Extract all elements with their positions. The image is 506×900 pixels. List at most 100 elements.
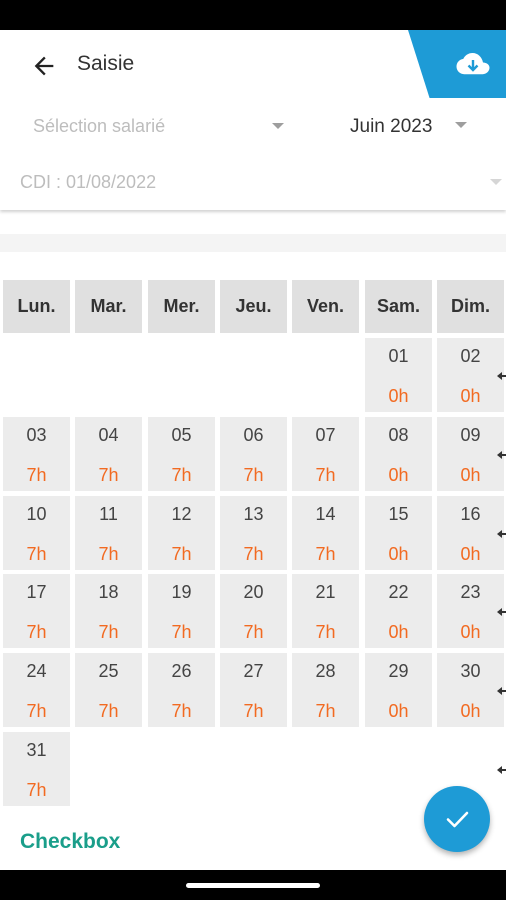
day-hours: 7h [315, 622, 336, 642]
day-cell[interactable]: 18 7h [75, 574, 142, 648]
day-hours: 7h [243, 465, 264, 485]
day-hours: 7h [171, 622, 192, 642]
day-number: 08 [388, 425, 409, 445]
day-cell[interactable]: 28 7h [292, 653, 359, 727]
day-number: 10 [26, 504, 47, 524]
day-cell[interactable]: 16 0h [437, 496, 504, 570]
day-number: 04 [98, 425, 119, 445]
day-number: 25 [98, 661, 119, 681]
day-hours: 7h [26, 622, 47, 642]
day-cell[interactable]: 13 7h [220, 496, 287, 570]
day-cell[interactable]: 31 7h [3, 732, 70, 806]
weekday-header: Lun. [3, 280, 70, 333]
chevron-down-icon[interactable] [455, 122, 467, 128]
day-cell[interactable]: 20 7h [220, 574, 287, 648]
day-hours: 0h [460, 701, 481, 721]
day-cell[interactable]: 25 7h [75, 653, 142, 727]
day-number: 30 [460, 661, 481, 681]
back-arrow-icon[interactable] [30, 52, 58, 80]
day-cell[interactable]: 06 7h [220, 417, 287, 491]
day-hours: 7h [26, 544, 47, 564]
day-cell[interactable]: 04 7h [75, 417, 142, 491]
row-arrow-icon[interactable] [497, 450, 506, 460]
day-cell[interactable]: 26 7h [148, 653, 215, 727]
day-cell[interactable]: 07 7h [292, 417, 359, 491]
day-cell[interactable]: 02 0h [437, 338, 504, 412]
day-hours: 7h [171, 544, 192, 564]
day-cell[interactable]: 23 0h [437, 574, 504, 648]
day-cell[interactable]: 14 7h [292, 496, 359, 570]
day-number: 01 [388, 346, 409, 366]
day-cell[interactable]: 17 7h [3, 574, 70, 648]
day-hours: 0h [388, 622, 409, 642]
day-cell[interactable]: 19 7h [148, 574, 215, 648]
weekday-header: Dim. [437, 280, 504, 333]
day-hours: 7h [98, 701, 119, 721]
day-number: 26 [171, 661, 192, 681]
employee-select[interactable]: Sélection salarié [33, 116, 165, 137]
day-number: 20 [243, 582, 264, 602]
day-cell[interactable]: 08 0h [365, 417, 432, 491]
weekday-header: Ven. [292, 280, 359, 333]
validate-button[interactable] [424, 786, 490, 852]
day-cell[interactable]: 09 0h [437, 417, 504, 491]
day-number: 15 [388, 504, 409, 524]
navigation-bar [0, 870, 506, 900]
day-number: 03 [26, 425, 47, 445]
day-hours: 7h [243, 622, 264, 642]
day-number: 09 [460, 425, 481, 445]
day-cell[interactable]: 05 7h [148, 417, 215, 491]
day-cell[interactable]: 12 7h [148, 496, 215, 570]
day-number: 16 [460, 504, 481, 524]
day-cell[interactable]: 21 7h [292, 574, 359, 648]
home-handle[interactable] [186, 883, 320, 888]
day-number: 17 [26, 582, 47, 602]
row-arrow-icon[interactable] [497, 529, 506, 539]
weekday-header: Mer. [148, 280, 215, 333]
row-arrow-icon[interactable] [497, 765, 506, 775]
day-cell[interactable]: 01 0h [365, 338, 432, 412]
status-bar [0, 0, 506, 30]
weekday-header: Mar. [75, 280, 142, 333]
day-hours: 7h [315, 701, 336, 721]
day-cell[interactable]: 10 7h [3, 496, 70, 570]
day-cell[interactable]: 11 7h [75, 496, 142, 570]
row-arrow-icon[interactable] [497, 371, 506, 381]
day-hours: 7h [26, 465, 47, 485]
day-number: 29 [388, 661, 409, 681]
day-hours: 0h [388, 701, 409, 721]
row-arrow-icon[interactable] [497, 607, 506, 617]
contract-select[interactable]: CDI : 01/08/2022 [20, 172, 156, 193]
month-select[interactable]: Juin 2023 [350, 116, 432, 138]
day-hours: 7h [171, 465, 192, 485]
day-cell[interactable]: 22 0h [365, 574, 432, 648]
day-hours: 0h [460, 622, 481, 642]
cloud-download-icon[interactable] [455, 50, 491, 80]
day-hours: 0h [460, 544, 481, 564]
day-cell[interactable]: 24 7h [3, 653, 70, 727]
day-hours: 7h [171, 701, 192, 721]
day-number: 12 [171, 504, 192, 524]
day-hours: 7h [98, 544, 119, 564]
chevron-down-icon[interactable] [272, 123, 284, 129]
row-arrow-icon[interactable] [497, 686, 506, 696]
check-icon [446, 811, 469, 828]
day-number: 13 [243, 504, 264, 524]
day-number: 18 [98, 582, 119, 602]
weekday-header: Sam. [365, 280, 432, 333]
day-cell[interactable]: 03 7h [3, 417, 70, 491]
day-cell[interactable]: 29 0h [365, 653, 432, 727]
chevron-down-icon[interactable] [490, 179, 502, 185]
day-cell[interactable]: 15 0h [365, 496, 432, 570]
day-hours: 0h [388, 544, 409, 564]
checkbox-link[interactable]: Checkbox [20, 830, 120, 854]
day-hours: 7h [243, 544, 264, 564]
day-number: 06 [243, 425, 264, 445]
day-number: 05 [171, 425, 192, 445]
app-header: Saisie Sélection salarié Juin 2023 CDI :… [0, 30, 506, 210]
day-cell[interactable]: 30 0h [437, 653, 504, 727]
day-number: 21 [315, 582, 336, 602]
day-number: 19 [171, 582, 192, 602]
day-hours: 7h [315, 544, 336, 564]
day-cell[interactable]: 27 7h [220, 653, 287, 727]
